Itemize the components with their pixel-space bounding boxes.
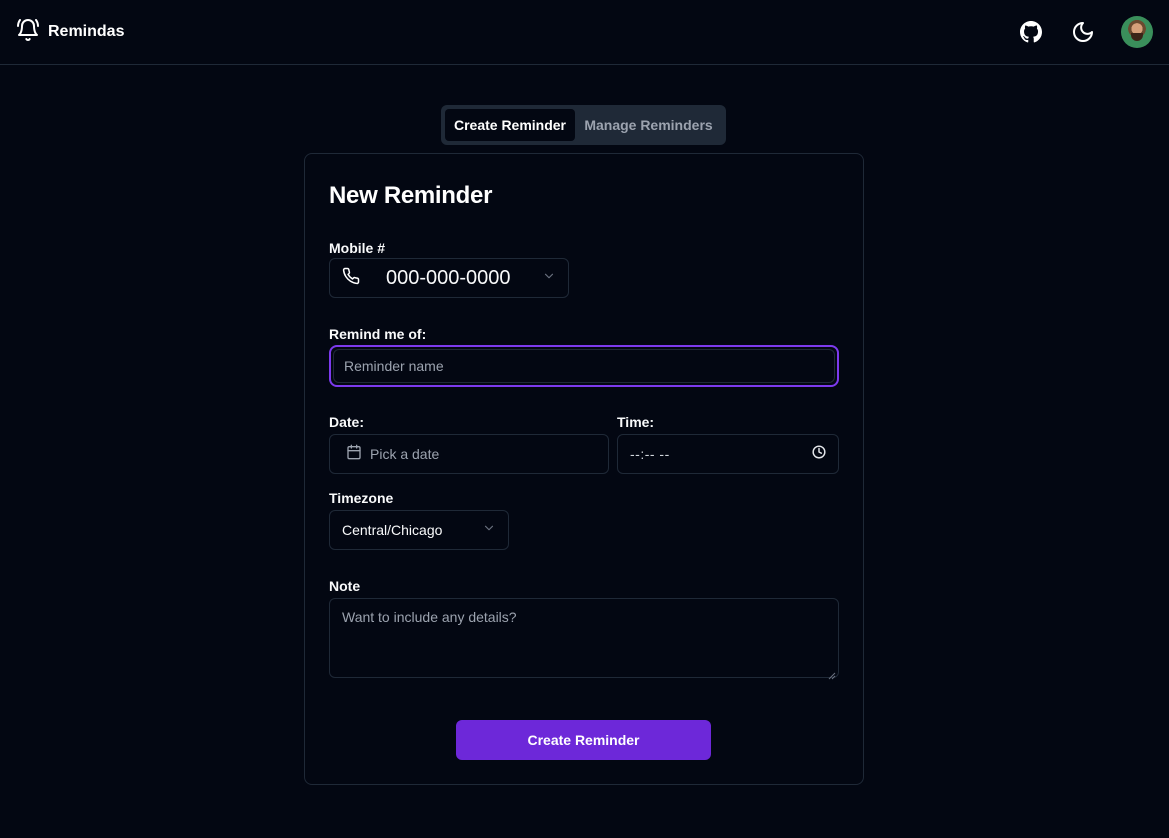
moon-icon[interactable] — [1069, 18, 1097, 46]
app-name: Remindas — [48, 23, 125, 40]
date-picker[interactable]: Pick a date — [329, 434, 609, 474]
timezone-label: Timezone — [329, 490, 394, 506]
resize-handle-icon[interactable] — [828, 667, 836, 680]
timezone-select[interactable]: Central/Chicago — [329, 510, 509, 550]
time-label: Time: — [617, 414, 655, 430]
chevron-down-icon — [542, 269, 556, 288]
tab-manage-reminders[interactable]: Manage Reminders — [575, 109, 722, 141]
bell-icon — [16, 18, 40, 47]
mobile-value: 000-000-0000 — [386, 266, 511, 289]
reminder-label: Remind me of: — [329, 326, 427, 342]
reminder-name-input[interactable]: Reminder name — [329, 345, 839, 387]
timezone-value: Central/Chicago — [342, 522, 443, 538]
note-textarea[interactable]: Want to include any details? — [329, 598, 839, 680]
time-input[interactable]: --:-- -- — [617, 434, 839, 474]
tab-create-reminder[interactable]: Create Reminder — [445, 109, 575, 141]
chevron-down-icon — [482, 521, 496, 540]
note-placeholder: Want to include any details? — [342, 609, 517, 625]
top-nav: Remindas — [0, 0, 1169, 65]
calendar-icon — [346, 444, 362, 465]
time-value: --:-- -- — [630, 446, 670, 462]
date-placeholder: Pick a date — [370, 446, 440, 462]
avatar[interactable] — [1121, 16, 1153, 48]
new-reminder-card: New Reminder Mobile # 000-000-0000 Remin… — [304, 153, 864, 785]
github-icon[interactable] — [1017, 18, 1045, 46]
create-reminder-button[interactable]: Create Reminder — [456, 720, 711, 760]
mobile-select[interactable]: 000-000-0000 — [329, 258, 569, 298]
card-title: New Reminder — [329, 182, 493, 209]
mobile-label: Mobile # — [329, 240, 386, 256]
date-label: Date: — [329, 414, 365, 430]
note-label: Note — [329, 578, 361, 594]
reminder-name-placeholder: Reminder name — [344, 358, 444, 374]
phone-icon — [342, 267, 360, 290]
tab-list: Create Reminder Manage Reminders — [441, 105, 726, 145]
brand[interactable]: Remindas — [16, 18, 124, 47]
clock-icon[interactable] — [812, 444, 826, 464]
